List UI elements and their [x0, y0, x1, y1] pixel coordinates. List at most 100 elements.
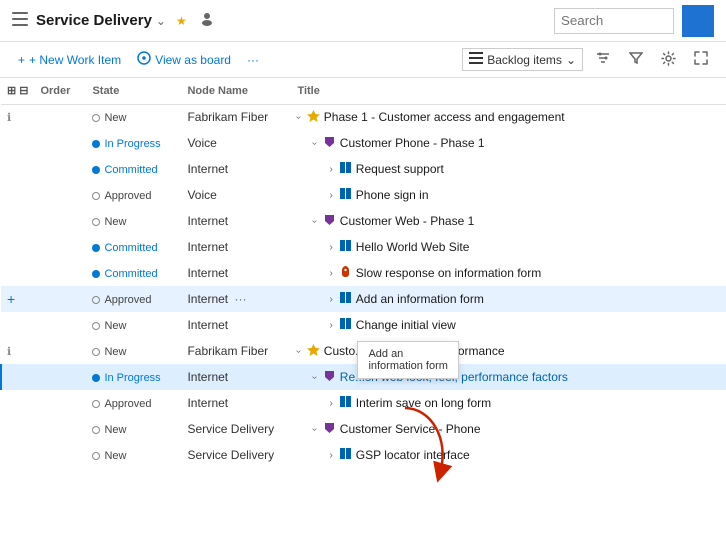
title-cell[interactable]: › Change initial view — [291, 312, 726, 338]
state-dot — [92, 426, 100, 434]
funnel-filter-button[interactable] — [623, 48, 649, 71]
expand-chevron[interactable]: › — [310, 427, 321, 430]
title-cell[interactable]: › GSP locator interface — [291, 442, 726, 468]
title-text[interactable]: Customer Web - Phase 1 — [340, 214, 475, 228]
table-row: ApprovedVoice › Phone sign in — [1, 182, 726, 208]
title-content: › Add an information form — [297, 291, 720, 307]
title-cell[interactable]: › Customer Web - Phase 1 — [291, 208, 726, 234]
work-item-icon — [307, 109, 320, 125]
work-item-icon — [323, 421, 336, 437]
title-cell[interactable]: › Customer Service - Phone — [291, 416, 726, 442]
title-text[interactable]: GSP locator interface — [356, 448, 470, 462]
title-cell[interactable]: › Add an information form — [291, 286, 726, 312]
title-content: › Phase 1 - Customer access and engageme… — [297, 109, 720, 125]
state-cell: Approved — [86, 286, 181, 312]
board-icon — [137, 51, 151, 68]
col-expand-header[interactable]: ⊞ ⊟ — [1, 78, 34, 104]
tooltip-box: Add an information form — [357, 341, 458, 379]
search-input[interactable] — [554, 8, 674, 34]
state-cell: Committed — [86, 156, 181, 182]
expand-chevron[interactable]: › — [310, 141, 321, 144]
state-cell: New — [86, 442, 181, 468]
state-label: Approved — [104, 294, 151, 306]
title-cell[interactable]: › Phase 1 - Customer access and engageme… — [291, 104, 726, 130]
collapse-icon[interactable]: ⊟ — [19, 84, 28, 97]
expand-chevron[interactable]: › — [329, 190, 332, 201]
add-row-icon[interactable]: + — [7, 291, 15, 307]
title-text[interactable]: Phase 1 - Customer access and engagement — [324, 110, 565, 124]
expand-chevron[interactable]: › — [329, 320, 332, 331]
table-row: ℹNewFabrikam Fiber › Custo... - improve … — [1, 338, 726, 364]
title-cell[interactable]: › Slow response on information form — [291, 260, 726, 286]
expand-chevron[interactable]: › — [310, 219, 321, 222]
title-cell[interactable]: › Phone sign in — [291, 182, 726, 208]
backlog-table: ⊞ ⊟ Order State Node Name Title ℹNewFabr… — [0, 78, 726, 548]
table-row: NewService Delivery › Customer Service -… — [1, 416, 726, 442]
backlog-items-button[interactable]: Backlog items ⌄ — [462, 48, 583, 71]
settings-button[interactable] — [655, 48, 682, 72]
expand-chevron[interactable]: › — [329, 450, 332, 461]
order-header: Order — [34, 78, 86, 104]
node-name-cell: Internet — [181, 312, 291, 338]
title-content: › Custo... - improve UI performance Add … — [297, 343, 720, 359]
title-cell[interactable]: › Request support — [291, 156, 726, 182]
title-text[interactable]: Add an information form — [356, 292, 484, 306]
expand-button[interactable] — [688, 48, 714, 71]
state-cell: Approved — [86, 390, 181, 416]
title-text[interactable]: Request support — [356, 162, 444, 176]
expand-chevron[interactable]: › — [329, 242, 332, 253]
more-options-button[interactable]: ··· — [241, 50, 265, 70]
node-name-cell: Internet — [181, 234, 291, 260]
info-icon: ℹ — [7, 346, 11, 358]
expand-collapse-all[interactable]: ⊞ — [7, 84, 16, 97]
title-text[interactable]: Hello World Web Site — [356, 240, 470, 254]
state-dot — [92, 452, 100, 460]
state-label: New — [104, 346, 126, 358]
expand-chevron[interactable]: › — [310, 375, 321, 378]
title-cell[interactable]: › Interim save on long form — [291, 390, 726, 416]
people-icon[interactable] — [199, 12, 215, 29]
expand-chevron[interactable]: › — [294, 349, 305, 352]
filter-settings-button[interactable] — [589, 48, 617, 71]
title-content: › Hello World Web Site — [297, 239, 720, 255]
title-text[interactable]: Phone sign in — [356, 188, 429, 202]
title-cell[interactable]: › Custo... - improve UI performance Add … — [291, 338, 726, 364]
row-ellipsis[interactable]: ··· — [231, 292, 249, 306]
title-cell[interactable]: › Customer Phone - Phase 1 — [291, 130, 726, 156]
node-name-cell: Voice — [181, 130, 291, 156]
state-label: Approved — [104, 190, 151, 202]
title-text[interactable]: Customer Service - Phone — [340, 422, 481, 436]
new-work-item-button[interactable]: + + New Work Item — [12, 50, 127, 70]
title-chevron[interactable]: ⌄ — [156, 14, 166, 28]
title-text[interactable]: Customer Phone - Phase 1 — [340, 136, 485, 150]
node-name-cell: Internet ··· — [181, 286, 291, 312]
expand-chevron[interactable]: › — [329, 164, 332, 175]
table-row: CommittedInternet › Hello World Web Site — [1, 234, 726, 260]
title-text[interactable]: Interim save on long form — [356, 396, 491, 410]
state-cell: In Progress — [86, 364, 181, 390]
favorite-icon[interactable]: ★ — [176, 14, 187, 28]
order-cell — [34, 260, 86, 286]
node-name-cell: Internet — [181, 364, 291, 390]
state-dot — [92, 270, 100, 278]
title-content: › Request support — [297, 161, 720, 177]
expand-chevron[interactable]: › — [294, 116, 305, 119]
state-label: Committed — [104, 164, 157, 176]
title-cell[interactable]: › Hello World Web Site — [291, 234, 726, 260]
title-text[interactable]: Change initial view — [356, 318, 456, 332]
work-item-icon — [339, 291, 352, 307]
project-title: Service Delivery — [36, 12, 152, 29]
menu-icon[interactable] — [12, 12, 28, 29]
expand-chevron[interactable]: › — [329, 268, 332, 279]
state-dot — [92, 374, 100, 382]
work-item-icon — [323, 213, 336, 229]
expand-chevron[interactable]: › — [329, 398, 332, 409]
state-cell: New — [86, 338, 181, 364]
view-as-board-button[interactable]: View as board — [131, 48, 237, 71]
state-cell: Committed — [86, 260, 181, 286]
expand-chevron[interactable]: › — [329, 294, 332, 305]
state-label: New — [104, 320, 126, 332]
title-text[interactable]: Slow response on information form — [356, 266, 541, 280]
table-row: + Approved Internet ··· › Add an informati… — [1, 286, 726, 312]
state-label: New — [104, 424, 126, 436]
